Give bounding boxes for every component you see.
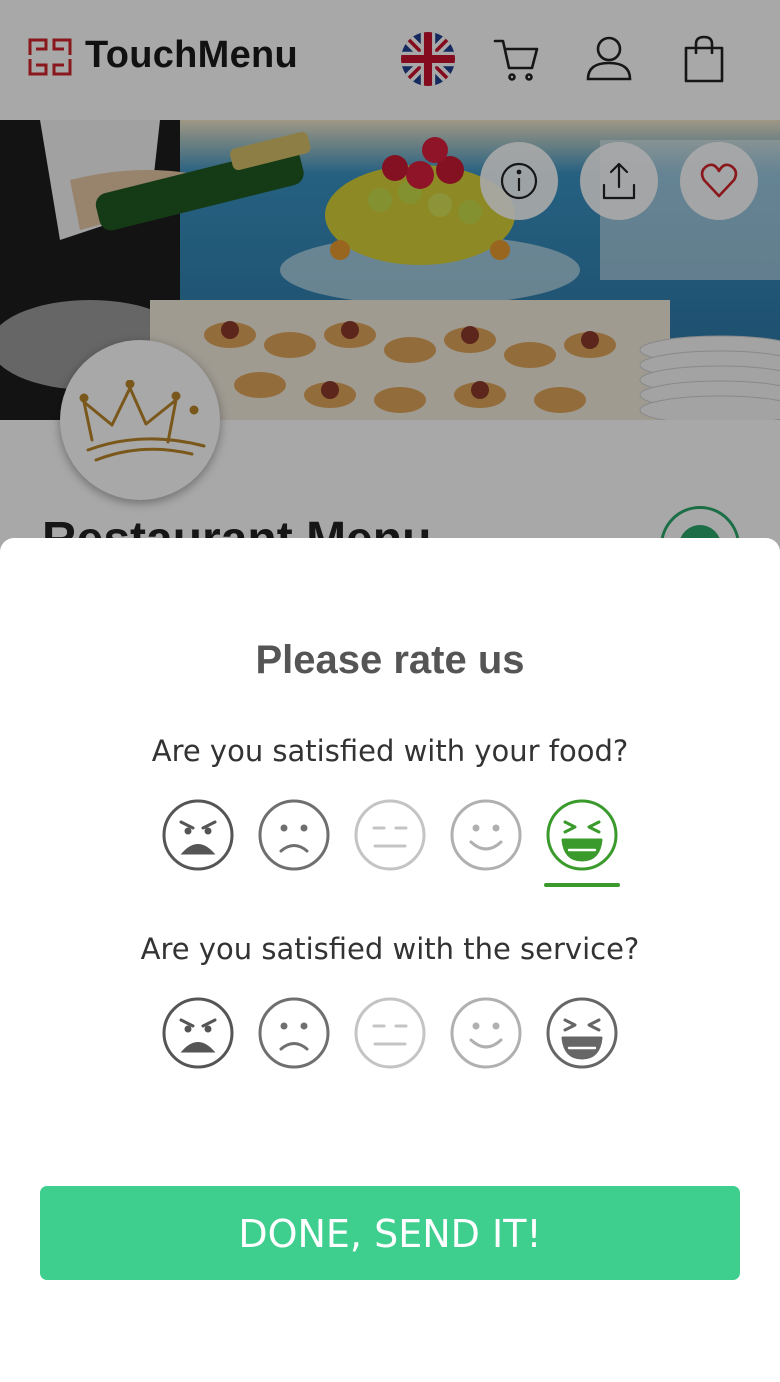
service-very-dissatisfied-face-icon[interactable] — [161, 996, 235, 1070]
rating-modal: Please rate us Are you satisfied with yo… — [0, 538, 780, 1382]
food-very-satisfied-face-icon[interactable] — [545, 798, 619, 872]
food-selected-indicator — [544, 883, 620, 887]
food-question: Are you satisfied with your food? — [151, 734, 629, 768]
food-dissatisfied-face-icon[interactable] — [257, 798, 331, 872]
modal-title: Please rate us — [255, 638, 525, 682]
food-neutral-face-icon[interactable] — [353, 798, 427, 872]
service-satisfied-face-icon[interactable] — [449, 996, 523, 1070]
service-dissatisfied-face-icon[interactable] — [257, 996, 331, 1070]
service-question: Are you satisfied with the service? — [140, 932, 640, 966]
service-neutral-face-icon[interactable] — [353, 996, 427, 1070]
service-very-satisfied-face-icon[interactable] — [545, 996, 619, 1070]
food-very-dissatisfied-face-icon[interactable] — [161, 798, 235, 872]
submit-rating-button[interactable]: DONE, SEND IT! — [40, 1186, 740, 1280]
food-satisfied-face-icon[interactable] — [449, 798, 523, 872]
